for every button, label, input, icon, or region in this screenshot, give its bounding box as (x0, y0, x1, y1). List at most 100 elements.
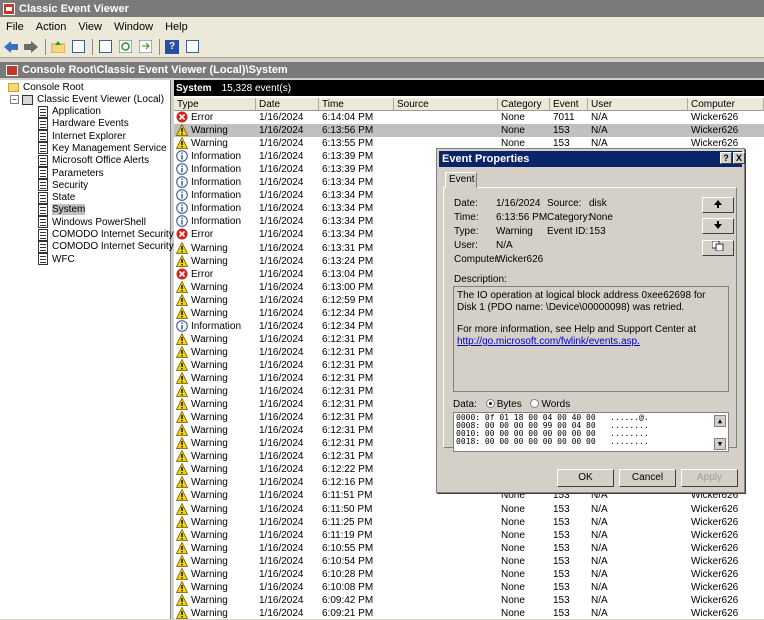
cell-date: 1/16/2024 (259, 425, 304, 437)
cell-time: 6:13:31 PM (322, 242, 374, 254)
type-value: Warning (496, 226, 533, 237)
cell-category: None (501, 607, 525, 619)
cell-time: 6:13:34 PM (322, 190, 374, 202)
event-row[interactable]: Warning 1/16/2024 6:10:28 PM None 153 N/A Wick… (174, 567, 764, 581)
event-row[interactable]: Warning 1/16/2024 6:11:19 PM None 153 N/A Wick… (174, 528, 764, 542)
properties-icon[interactable] (96, 38, 114, 56)
data-box[interactable]: 0000: 0f 01 18 00 04 00 40 00 ......@. 0… (453, 412, 729, 452)
cancel-button[interactable]: Cancel (619, 469, 676, 487)
event-row[interactable]: Warning 1/16/2024 6:10:55 PM None 153 N/A Wick… (174, 541, 764, 555)
next-event-button[interactable] (702, 218, 734, 234)
show-hide-tree-icon[interactable] (69, 38, 87, 56)
warning-icon (176, 398, 188, 410)
event-row[interactable]: Warning 1/16/2024 6:09:42 PM None 153 N/A Wick… (174, 593, 764, 607)
tree-item-log[interactable]: WFC (38, 253, 75, 266)
menu-help[interactable]: Help (159, 21, 194, 33)
column-header-category[interactable]: Category (498, 98, 550, 111)
tree-item-log[interactable]: State (38, 191, 75, 204)
cell-type: Information (191, 190, 242, 202)
cell-type: Error (191, 268, 214, 280)
error-icon (176, 228, 188, 240)
cell-type: Warning (191, 464, 228, 476)
cell-time: 6:10:08 PM (322, 581, 374, 593)
help-button[interactable]: ? (720, 152, 732, 164)
help-link[interactable]: http://go.microsoft.com/fwlink/events.as… (457, 336, 725, 348)
back-arrow-icon[interactable] (2, 38, 20, 56)
column-header-user[interactable]: User (588, 98, 688, 111)
column-header-date[interactable]: Date (256, 98, 319, 111)
cell-type: Warning (191, 529, 228, 541)
menu-view[interactable]: View (72, 21, 108, 33)
tree-item-log[interactable]: Hardware Events (38, 117, 129, 130)
event-log-icon (38, 142, 48, 155)
cell-user: N/A (591, 112, 608, 123)
cell-time: 6:12:31 PM (322, 346, 374, 358)
copy-button[interactable] (702, 240, 734, 256)
export-list-icon[interactable] (136, 38, 154, 56)
event-row[interactable]: Warning 1/16/2024 6:09:21 PM None 153 N/A Wick… (174, 606, 764, 620)
cell-time: 6:12:16 PM (322, 477, 374, 489)
event-row[interactable]: Error 1/16/2024 6:14:04 PM None 7011 N/A Wicke… (174, 111, 764, 124)
description-box[interactable]: The IO operation at logical block addres… (453, 286, 729, 392)
event-row[interactable]: Warning 1/16/2024 6:11:50 PM None 153 N/A Wick… (174, 502, 764, 516)
tree-item-log[interactable]: COMODO Internet Security CEF (38, 228, 196, 241)
tree-item-log[interactable]: Windows PowerShell (38, 216, 146, 229)
event-row[interactable]: Warning 1/16/2024 6:11:25 PM None 153 N/A Wick… (174, 515, 764, 529)
console-icon (6, 64, 18, 76)
column-header-type[interactable]: Type (174, 98, 256, 111)
column-header-computer[interactable]: Computer (688, 98, 764, 111)
menu-bar: File Action View Window Help (0, 17, 764, 36)
up-folder-icon[interactable] (49, 38, 67, 56)
console-window-icon[interactable] (183, 38, 201, 56)
refresh-icon[interactable] (116, 38, 134, 56)
cell-time: 6:13:00 PM (322, 281, 374, 293)
menu-action[interactable]: Action (30, 21, 73, 33)
cell-type: Warning (191, 555, 228, 567)
cell-type: Warning (191, 581, 228, 593)
information-icon (176, 189, 188, 202)
help-icon[interactable]: ? (163, 38, 181, 56)
cell-date: 1/16/2024 (259, 386, 304, 398)
tab-event[interactable]: Event (445, 172, 477, 188)
menu-window[interactable]: Window (108, 21, 159, 33)
bytes-radio[interactable] (485, 399, 495, 408)
cell-type: Warning (191, 542, 228, 554)
tree-item-log[interactable]: Application (38, 105, 101, 118)
ok-button[interactable]: OK (557, 469, 614, 487)
tree-label: Security (52, 179, 89, 191)
tree-item-log[interactable]: Microsoft Office Alerts (38, 154, 149, 167)
column-header-time[interactable]: Time (319, 98, 394, 111)
cell-computer: Wicker626 (691, 555, 739, 567)
column-header-source[interactable]: Source (394, 98, 498, 111)
cell-time: 6:09:21 PM (322, 607, 374, 619)
previous-event-button[interactable] (702, 197, 734, 213)
words-radio[interactable] (530, 399, 540, 408)
tree-item-log[interactable]: System (38, 203, 86, 216)
cell-date: 1/16/2024 (259, 190, 304, 202)
apply-button[interactable]: Apply (681, 469, 738, 487)
event-row[interactable]: Warning 1/16/2024 6:10:54 PM None 153 N/A Wick… (174, 554, 764, 568)
cell-type: Warning (191, 281, 228, 293)
warning-icon (176, 580, 188, 593)
cell-type: Information (191, 320, 242, 332)
warning-icon (176, 280, 188, 293)
cell-category: None (501, 581, 525, 593)
scroll-up-icon[interactable]: ▲ (714, 415, 726, 427)
tree-item-log[interactable]: Security (38, 179, 88, 192)
event-row[interactable]: Warning 1/16/2024 6:13:56 PM None 153 N/A Wick… (174, 124, 764, 138)
tree-label: Classic Event Viewer (Local) (37, 94, 165, 105)
scroll-down-icon[interactable]: ▼ (714, 438, 726, 450)
warning-icon (176, 137, 188, 149)
collapse-icon[interactable]: − (10, 95, 19, 104)
data-format-row: Data: Bytes Words (453, 399, 570, 410)
toolbar-separator (159, 38, 160, 55)
column-header-event[interactable]: Event (550, 98, 588, 111)
tree-label: Application (52, 106, 101, 117)
close-button[interactable]: X (733, 152, 745, 164)
forward-arrow-icon[interactable] (22, 38, 40, 56)
event-row[interactable]: Warning 1/16/2024 6:10:08 PM None 153 N/A Wick… (174, 580, 764, 594)
tree-item-log[interactable]: Parameters (38, 167, 104, 180)
tree-item-log[interactable]: Internet Explorer (38, 130, 126, 143)
menu-file[interactable]: File (0, 21, 30, 33)
tree-item-log[interactable]: Key Management Service (38, 142, 167, 155)
